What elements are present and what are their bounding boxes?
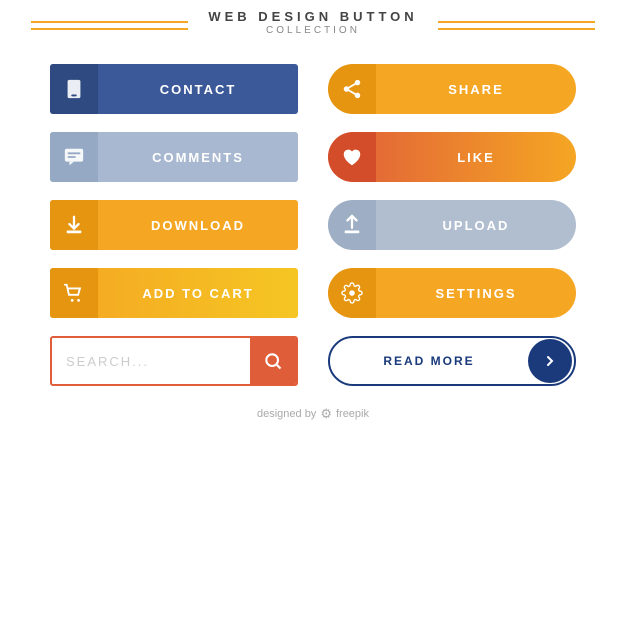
freepik-icon: ⚙ xyxy=(320,406,332,422)
upload-label: UPLOAD xyxy=(376,218,576,233)
arrow-icon xyxy=(528,339,572,383)
line-top xyxy=(31,21,188,23)
footer-text: designed by xyxy=(257,408,316,420)
line-top-r xyxy=(438,21,595,23)
title-area: WEB DESIGN BUTTON COLLECTION xyxy=(188,9,437,36)
contact-button[interactable]: CONTACT xyxy=(50,64,298,114)
addtocart-button[interactable]: ADD TO CART xyxy=(50,268,298,318)
comments-button[interactable]: COMMENTS xyxy=(50,132,298,182)
footer: designed by ⚙ freepik xyxy=(257,406,369,422)
share-label: SHARE xyxy=(376,82,576,97)
left-lines xyxy=(31,21,188,30)
chat-icon xyxy=(50,132,98,182)
readmore-button[interactable]: READ MORE xyxy=(328,336,576,386)
header: WEB DESIGN BUTTON COLLECTION xyxy=(31,14,594,36)
download-icon xyxy=(50,200,98,250)
addtocart-label: ADD TO CART xyxy=(98,286,298,301)
settings-icon xyxy=(328,268,376,318)
sub-title: COLLECTION xyxy=(208,25,417,36)
search-button[interactable]: SEARCH... xyxy=(50,336,298,386)
like-label: LIKE xyxy=(376,150,576,165)
right-lines xyxy=(438,21,595,30)
settings-label: SETTINGS xyxy=(376,286,576,301)
footer-brand: freepik xyxy=(336,408,369,420)
cart-icon xyxy=(50,268,98,318)
line-bottom xyxy=(31,28,188,30)
share-icon xyxy=(328,64,376,114)
readmore-label: READ MORE xyxy=(330,354,528,368)
heart-icon xyxy=(328,132,376,182)
share-button[interactable]: SHARE xyxy=(328,64,576,114)
phone-icon xyxy=(50,64,98,114)
main-title: WEB DESIGN BUTTON xyxy=(208,9,417,24)
settings-button[interactable]: SETTINGS xyxy=(328,268,576,318)
like-button[interactable]: LIKE xyxy=(328,132,576,182)
comments-label: COMMENTS xyxy=(98,150,298,165)
download-label: DOWNLOAD xyxy=(98,218,298,233)
contact-label: CONTACT xyxy=(98,82,298,97)
upload-icon xyxy=(328,200,376,250)
search-icon xyxy=(250,338,296,384)
search-placeholder: SEARCH... xyxy=(52,354,250,369)
download-button[interactable]: DOWNLOAD xyxy=(50,200,298,250)
line-bottom-r xyxy=(438,28,595,30)
upload-button[interactable]: UPLOAD xyxy=(328,200,576,250)
buttons-grid: CONTACT SHARE COMMENTS LIKE DOWNLOAD UPL… xyxy=(0,64,626,386)
